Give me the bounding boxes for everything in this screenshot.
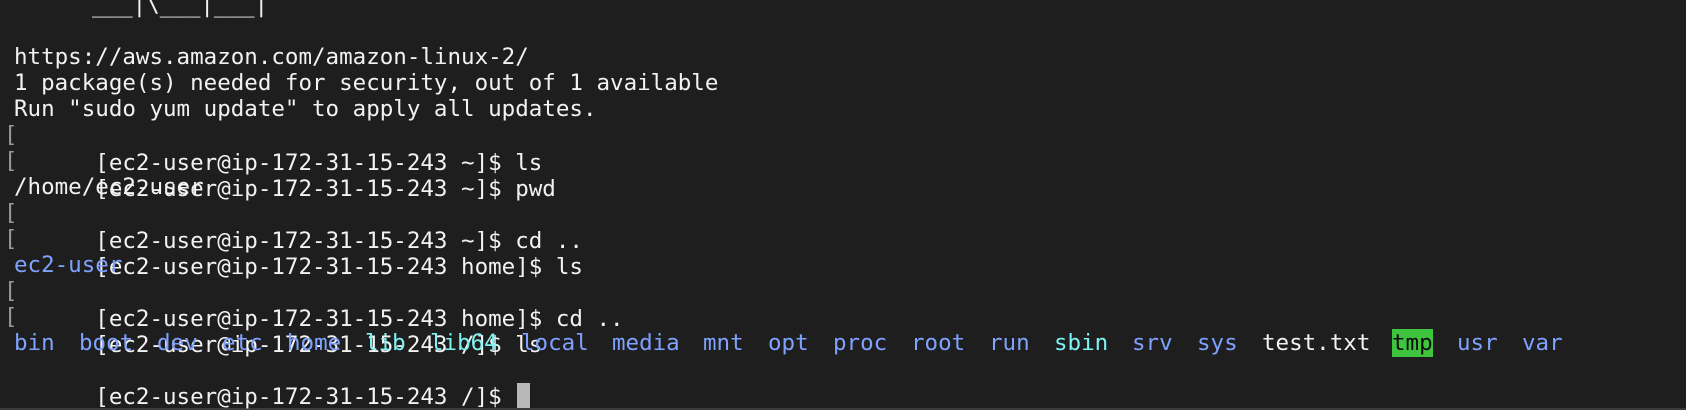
listing-item: var xyxy=(1522,330,1563,356)
history-line: [ec2-user@ip-172-31-15-243 ~]$ cd .. xyxy=(14,199,583,254)
history-line: [ec2-user@ip-172-31-15-243 home]$ cd .. xyxy=(14,277,623,332)
listing-item: srv xyxy=(1132,330,1173,356)
root-listing: bin boot dev etc home lib lib64 local media mnt op… xyxy=(0,329,1686,357)
terminal-pane[interactable]: ___|\___|___| https://aws.amazon.com/ama… xyxy=(0,0,1686,410)
motd-url: https://aws.amazon.com/amazon-linux-2/ xyxy=(14,44,529,70)
listing-item: test.txt xyxy=(1262,330,1371,356)
listing-item: dev xyxy=(157,330,198,356)
listing-item: media xyxy=(612,330,680,356)
motd-security-notice: 1 package(s) needed for security, out of… xyxy=(14,70,719,96)
history-line: [ec2-user@ip-172-31-15-243 /]$ ls xyxy=(14,303,542,358)
directory-listing-entry: ec2-user xyxy=(14,252,123,278)
listing-item: home xyxy=(287,330,342,356)
listing-item: usr xyxy=(1457,330,1498,356)
listing-item: run xyxy=(989,330,1030,356)
listing-item: etc xyxy=(222,330,263,356)
text-cursor[interactable] xyxy=(517,383,531,408)
terminal-window[interactable]: ___|\___|___| https://aws.amazon.com/ama… xyxy=(0,0,1686,410)
listing-item: lib64 xyxy=(430,330,498,356)
history-line: [ec2-user@ip-172-31-15-243 home]$ ls xyxy=(14,225,583,280)
listing-item: bin xyxy=(14,330,55,356)
listing-item: lib xyxy=(365,330,406,356)
command-output: /home/ec2-user xyxy=(14,174,204,200)
listing-item: sbin xyxy=(1054,330,1109,356)
listing-item: tmp xyxy=(1392,329,1433,357)
listing-item: local xyxy=(521,330,589,356)
history-line: [ec2-user@ip-172-31-15-243 ~]$ ls xyxy=(14,121,542,176)
listing-item: sys xyxy=(1197,330,1238,356)
history-line: [ec2-user@ip-172-31-15-243 ~]$ pwd xyxy=(14,147,556,202)
listing-item: opt xyxy=(768,330,809,356)
listing-item: root xyxy=(911,330,966,356)
shell-prompt: [ec2-user@ip-172-31-15-243 /]$ xyxy=(95,384,516,410)
listing-item: mnt xyxy=(703,330,744,356)
active-prompt-line[interactable]: [ec2-user@ip-172-31-15-243 /]$ xyxy=(14,355,531,410)
banner-art: ___|\___|___| xyxy=(92,0,269,18)
listing-item: boot xyxy=(79,330,134,356)
listing-item: proc xyxy=(833,330,888,356)
motd-update-hint: Run "sudo yum update" to apply all updat… xyxy=(14,96,597,122)
